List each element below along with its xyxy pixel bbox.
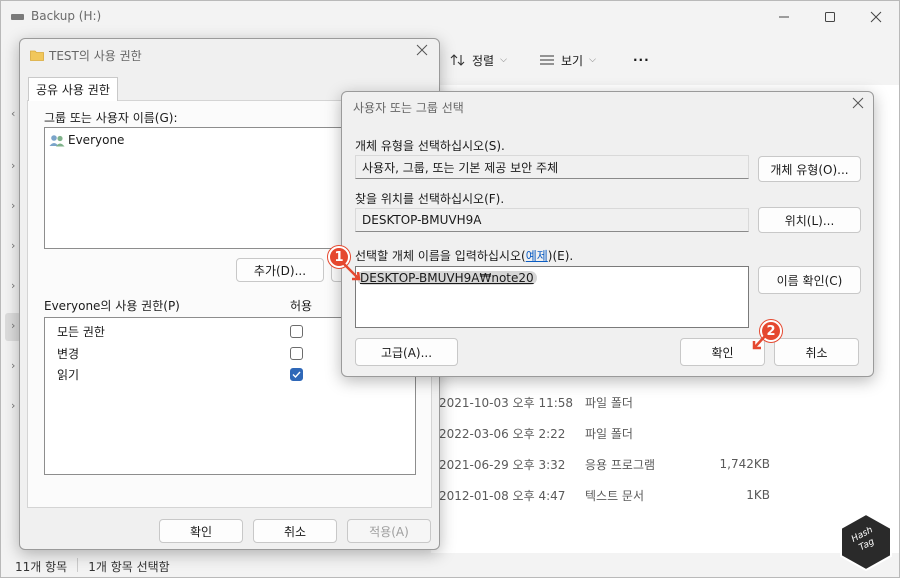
select-dialog-close-button[interactable] bbox=[852, 97, 864, 113]
maximize-icon bbox=[825, 12, 835, 22]
selected-count: 1개 항목 선택함 bbox=[88, 560, 170, 574]
hashtag-watermark: Hash Tag bbox=[839, 512, 893, 572]
list-item[interactable]: Everyone bbox=[49, 133, 124, 147]
more-button[interactable]: ··· bbox=[633, 49, 650, 71]
check-icon bbox=[292, 371, 301, 379]
locations-button[interactable]: 위치(L)... bbox=[758, 207, 861, 233]
object-names-value: DESKTOP-BMUVH9A₩note20 bbox=[357, 271, 537, 285]
file-date: 2021-06-29 오후 3:32 bbox=[439, 457, 566, 472]
expand-chevron-icon[interactable]: › bbox=[11, 279, 15, 292]
file-size: 1,742KB bbox=[719, 457, 770, 471]
minimize-icon bbox=[779, 16, 789, 18]
check-names-button[interactable]: 이름 확인(C) bbox=[758, 266, 861, 294]
file-date: 2012-01-08 오후 4:47 bbox=[439, 488, 566, 503]
sort-label: 정렬 bbox=[472, 53, 495, 68]
window-close-button[interactable] bbox=[853, 3, 899, 31]
select-dialog-title: 사용자 또는 그룹 선택 bbox=[353, 101, 464, 115]
allow-checkbox[interactable] bbox=[290, 347, 303, 360]
status-divider bbox=[77, 558, 79, 572]
file-type: 응용 프로그램 bbox=[585, 457, 656, 472]
permission-name: 모든 권한 bbox=[57, 325, 105, 339]
status-bar: 11개 항목 1개 항목 선택함 bbox=[15, 558, 170, 575]
view-label: 보기 bbox=[561, 53, 584, 68]
explorer-title: Backup (H:) bbox=[31, 9, 102, 23]
examples-link[interactable]: 예제 bbox=[526, 249, 548, 263]
minimize-button[interactable] bbox=[761, 3, 807, 31]
sort-icon bbox=[450, 54, 465, 66]
file-type: 텍스트 문서 bbox=[585, 488, 645, 503]
maximize-button[interactable] bbox=[807, 3, 853, 31]
view-icon bbox=[540, 55, 554, 65]
add-button[interactable]: 추가(D)... bbox=[236, 258, 324, 282]
close-icon bbox=[852, 97, 864, 109]
apply-button[interactable]: 적용(A) bbox=[347, 519, 431, 543]
allow-checkbox[interactable] bbox=[290, 325, 303, 338]
expand-chevron-icon[interactable]: › bbox=[11, 239, 15, 252]
expand-chevron-icon[interactable]: › bbox=[11, 319, 15, 332]
group-list-label: 그룹 또는 사용자 이름(G): bbox=[44, 111, 178, 125]
back-arrow-icon[interactable]: ‹ bbox=[11, 107, 15, 120]
folder-icon bbox=[30, 50, 44, 61]
select-cancel-button[interactable]: 취소 bbox=[774, 338, 859, 366]
file-type: 파일 폴더 bbox=[585, 426, 633, 441]
cancel-button[interactable]: 취소 bbox=[253, 519, 337, 543]
object-names-input[interactable]: DESKTOP-BMUVH9A₩note20 bbox=[355, 266, 749, 328]
advanced-button[interactable]: 고급(A)... bbox=[355, 338, 458, 366]
expand-chevron-icon[interactable]: › bbox=[11, 399, 15, 412]
drive-icon bbox=[11, 14, 24, 20]
ok-button[interactable]: 확인 bbox=[159, 519, 243, 543]
permission-label: Everyone의 사용 권한(P) bbox=[44, 299, 180, 313]
allow-checkbox[interactable] bbox=[290, 368, 303, 381]
enter-names-label-suffix: )(E). bbox=[547, 249, 574, 263]
enter-names-label-prefix: 선택할 개체 이름을 입력하십시오( bbox=[355, 249, 526, 263]
expand-chevron-icon[interactable]: › bbox=[11, 199, 15, 212]
permission-name: 변경 bbox=[57, 347, 80, 361]
expand-chevron-icon[interactable]: › bbox=[11, 159, 15, 172]
permissions-dialog-title: TEST의 사용 권한 bbox=[49, 49, 142, 63]
chevron-down-icon: ⌵ bbox=[589, 55, 596, 65]
close-icon bbox=[870, 11, 882, 23]
view-button[interactable]: 보기 ⌵ bbox=[539, 49, 596, 71]
select-users-dialog: 사용자 또는 그룹 선택 개체 유형을 선택하십시오(S). 사용자, 그룹, … bbox=[341, 91, 874, 377]
location-label: 찾을 위치를 선택하십시오(F). bbox=[355, 192, 505, 206]
file-size: 1KB bbox=[746, 488, 770, 502]
users-icon bbox=[49, 134, 65, 146]
allow-header: 허용 bbox=[290, 299, 313, 313]
location-field: DESKTOP-BMUVH9A bbox=[355, 208, 749, 232]
sort-button[interactable]: 정렬 ⌵ bbox=[450, 49, 507, 71]
close-icon bbox=[416, 44, 428, 56]
list-item-label: Everyone bbox=[68, 133, 125, 147]
file-date: 2021-10-03 오후 11:58 bbox=[439, 395, 574, 410]
object-type-field: 사용자, 그룹, 또는 기본 제공 보안 주체 bbox=[355, 155, 749, 179]
chevron-down-icon: ⌵ bbox=[500, 55, 507, 65]
enter-names-label: 선택할 개체 이름을 입력하십시오(예제)(E). bbox=[355, 247, 573, 264]
object-type-label: 개체 유형을 선택하십시오(S). bbox=[355, 139, 505, 153]
file-date: 2022-03-06 오후 2:22 bbox=[439, 426, 566, 441]
perm-dialog-close-button[interactable] bbox=[416, 44, 428, 60]
tab-share-permissions[interactable]: 공유 사용 권한 bbox=[28, 77, 118, 101]
permission-name: 읽기 bbox=[57, 368, 80, 382]
object-types-button[interactable]: 개체 유형(O)... bbox=[758, 156, 861, 182]
file-type: 파일 폴더 bbox=[585, 395, 633, 410]
item-count: 11개 항목 bbox=[15, 560, 68, 574]
expand-chevron-icon[interactable]: › bbox=[11, 359, 15, 372]
badge-pointer-1 bbox=[341, 261, 361, 281]
entered-name-text: DESKTOP-BMUVH9A₩note20 bbox=[357, 271, 537, 285]
badge-pointer-2 bbox=[752, 334, 767, 350]
